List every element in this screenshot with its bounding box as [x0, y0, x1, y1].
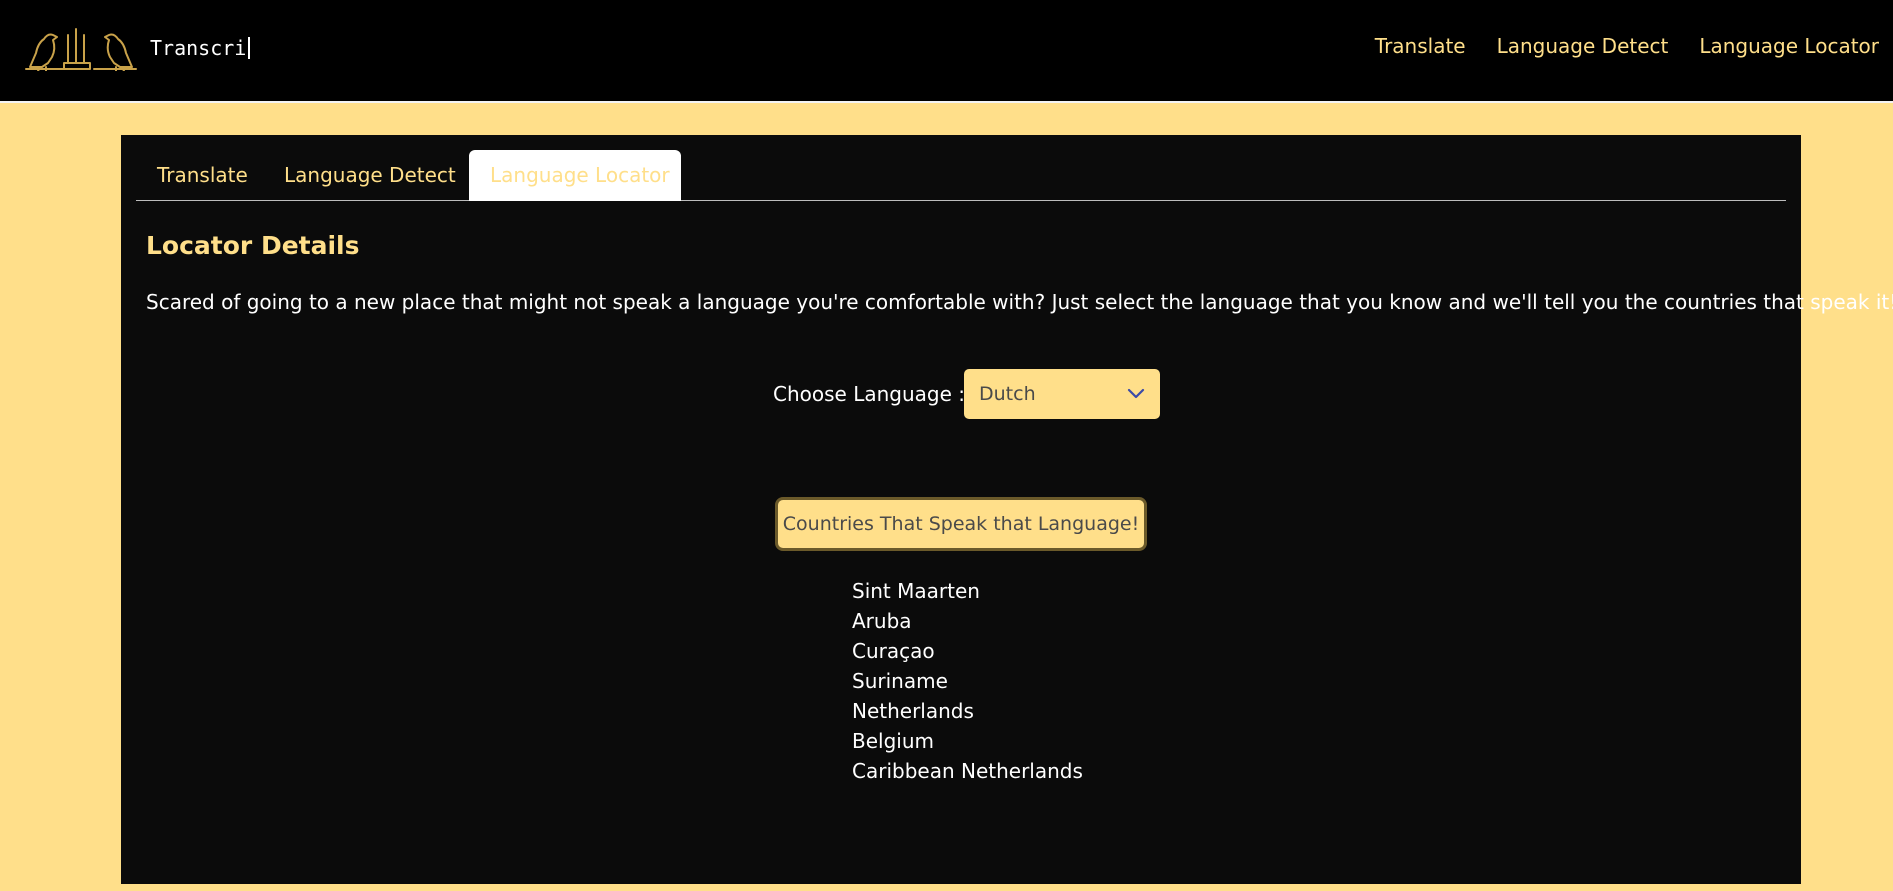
top-nav: Translate Language Detect Language Locat… [1375, 34, 1879, 58]
chevron-down-icon [1127, 385, 1145, 404]
country-item: Suriname [852, 669, 948, 693]
main-card: Translate Language Detect Language Locat… [121, 135, 1893, 884]
tab-language-detect[interactable]: Language Detect [263, 150, 456, 201]
section-title: Locator Details [146, 231, 360, 260]
nav-link-language-detect[interactable]: Language Detect [1497, 34, 1669, 58]
hieroglyph-logo-icon[interactable] [24, 25, 138, 72]
navbar: Transcri Translate Language Detect Langu… [0, 0, 1893, 103]
description-text: Scared of going to a new place that migh… [146, 290, 1893, 314]
typing-cursor [248, 37, 251, 59]
nav-link-language-locator[interactable]: Language Locator [1699, 34, 1879, 58]
tab-translate[interactable]: Translate [136, 150, 263, 201]
brand-text: Transcri [150, 36, 247, 60]
tab-bar: Translate Language Detect Language Locat… [136, 150, 1786, 201]
find-countries-button[interactable]: Countries That Speak that Language! [775, 497, 1147, 551]
choose-language-label: Choose Language : [773, 382, 965, 406]
country-item: Belgium [852, 729, 934, 753]
nav-link-translate[interactable]: Translate [1375, 34, 1466, 58]
language-select-value: Dutch [979, 383, 1036, 405]
country-item: Curaçao [852, 639, 935, 663]
tab-language-locator[interactable]: Language Locator [469, 150, 681, 201]
brand-title: Transcri [150, 36, 251, 60]
country-item: Aruba [852, 609, 912, 633]
country-item: Netherlands [852, 699, 974, 723]
language-select[interactable]: Dutch [964, 369, 1160, 419]
country-list: Sint Maarten Aruba Curaçao Suriname Neth… [852, 576, 1083, 786]
country-item: Caribbean Netherlands [852, 759, 1083, 783]
country-item: Sint Maarten [852, 579, 980, 603]
